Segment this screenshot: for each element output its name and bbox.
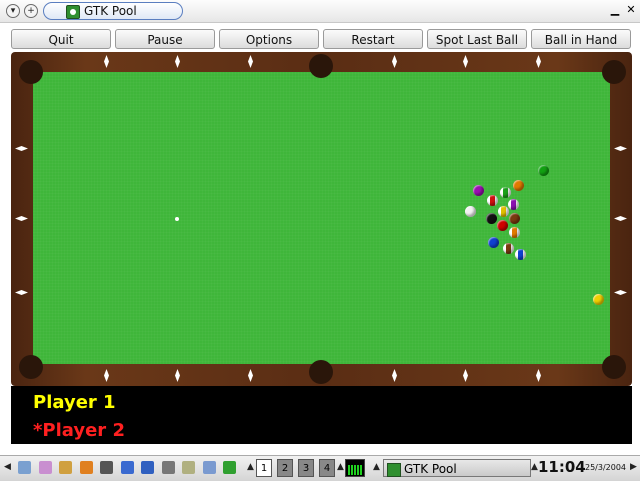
ball-yellow-striped: [498, 206, 509, 217]
scroll-left-icon[interactable]: ◀: [4, 462, 11, 472]
folder-icon[interactable]: [79, 461, 93, 474]
ball-yellow-solid: [593, 294, 604, 305]
ball-cue-ball[interactable]: [465, 206, 476, 217]
scoreboard: Player 1 *Player 2: [11, 386, 632, 444]
toolbar: Quit Pause Options Restart Spot Last Bal…: [0, 26, 640, 52]
taskbar-item-gtk-pool[interactable]: GTK Pool: [383, 459, 531, 477]
pocket-bottom-right: [602, 355, 626, 379]
head-spot: [175, 217, 179, 221]
gear-icon[interactable]: [18, 461, 31, 474]
game-icon[interactable]: [223, 461, 236, 474]
ball-blue-solid: [488, 237, 499, 248]
spot-last-ball-button[interactable]: Spot Last Ball: [427, 29, 527, 49]
pocket-top-right: [602, 60, 626, 84]
ball-orange-solid: [513, 180, 524, 191]
table-felt[interactable]: [33, 72, 610, 364]
window-title-pill[interactable]: GTK Pool: [43, 2, 183, 20]
app-icon: [66, 5, 80, 19]
ball-blue-striped: [515, 249, 526, 260]
taskbar-item-label: GTK Pool: [404, 462, 457, 476]
ball-in-hand-button[interactable]: Ball in Hand: [531, 29, 631, 49]
title-bar: ▾ + GTK Pool ▁ ✕: [0, 0, 640, 23]
scroll-up-icon[interactable]: ▲: [247, 462, 254, 472]
scroll-up-icon[interactable]: ▲: [337, 462, 344, 472]
ball-striped-white-green: [500, 187, 511, 198]
terminal-icon[interactable]: [141, 461, 154, 474]
workspace-4[interactable]: 4: [319, 459, 335, 477]
clock-icon[interactable]: [38, 461, 52, 474]
ball-purple-solid: [473, 185, 484, 196]
pocket-top-middle: [309, 54, 333, 78]
pause-button[interactable]: Pause: [115, 29, 215, 49]
ball-green-solid: [538, 165, 549, 176]
tools-icon[interactable]: [182, 461, 195, 474]
quit-button[interactable]: Quit: [11, 29, 111, 49]
printer-icon[interactable]: [100, 461, 113, 474]
note-icon[interactable]: [202, 461, 216, 474]
pocket-top-left: [19, 60, 43, 84]
workspace-2[interactable]: 2: [277, 459, 293, 477]
cpu-monitor-icon: [345, 459, 365, 477]
search-icon[interactable]: [161, 461, 175, 474]
date: 25/3/2004: [585, 463, 627, 472]
scroll-right-icon[interactable]: ▶: [630, 462, 637, 472]
ball-striped-purple: [508, 199, 519, 210]
globe-icon[interactable]: [120, 461, 134, 474]
workspace-3[interactable]: 3: [298, 459, 314, 477]
ball-brown-solid: [509, 213, 520, 224]
pocket-bottom-middle: [309, 360, 333, 384]
minimize-button[interactable]: ▁: [609, 4, 621, 16]
player-2-label: *Player 2: [33, 420, 125, 441]
workspace-1[interactable]: 1: [256, 459, 272, 477]
pen-icon[interactable]: [59, 461, 72, 474]
close-button[interactable]: ✕: [625, 4, 637, 16]
clock[interactable]: 11:04: [538, 458, 586, 476]
restart-button[interactable]: Restart: [323, 29, 423, 49]
ball-red-solid: [497, 220, 508, 231]
ball-brown-striped: [503, 243, 514, 254]
player-1-label: Player 1: [33, 392, 116, 413]
ball-black-8: [486, 213, 497, 224]
ball-orange-striped: [509, 227, 520, 238]
taskbar: ◀ ▲ 1 2 3 4 ▲ ▲ GTK Pool ▲ 11:04 25/3/20…: [0, 455, 640, 481]
pocket-bottom-left: [19, 355, 43, 379]
scroll-up-icon[interactable]: ▲: [531, 462, 538, 472]
scroll-up-icon[interactable]: ▲: [373, 462, 380, 472]
options-button[interactable]: Options: [219, 29, 319, 49]
sticky-button[interactable]: +: [24, 4, 38, 18]
window-title: GTK Pool: [84, 4, 137, 18]
ball-striped-red: [487, 195, 498, 206]
app-icon: [387, 462, 401, 477]
window-menu-button[interactable]: ▾: [6, 4, 20, 18]
